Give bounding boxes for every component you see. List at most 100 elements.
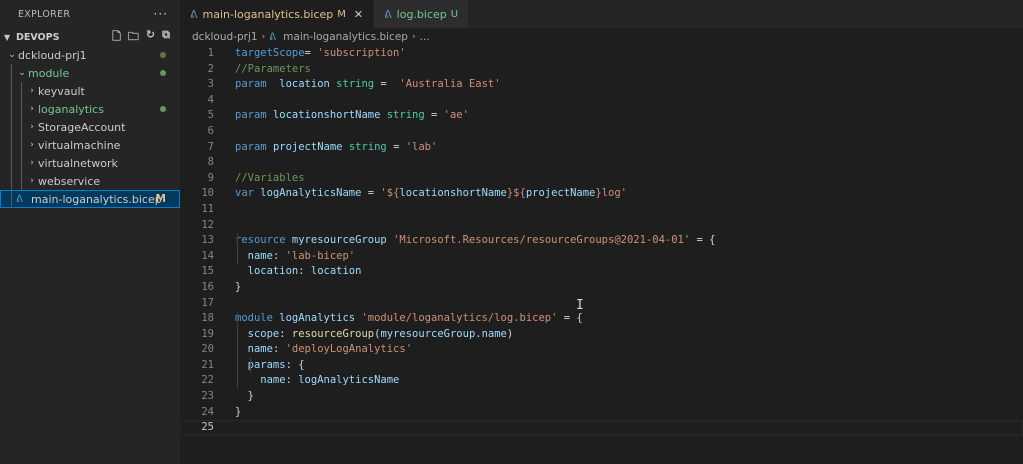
collapse-all-icon[interactable]: ⧉ — [162, 28, 170, 47]
code-line[interactable]: 20 name: 'deployLogAnalytics' — [180, 342, 1023, 358]
code-line[interactable]: 24} — [180, 405, 1023, 421]
git-modified-badge: M — [155, 193, 166, 205]
tree-folder-item[interactable]: › StorageAccount — [0, 118, 180, 136]
code-token: : — [298, 265, 311, 278]
code-token: = — [374, 78, 400, 91]
code-token: scope — [235, 327, 280, 340]
code-token: name — [235, 249, 273, 262]
code-token: myresourceGroup — [380, 327, 476, 340]
breadcrumb-symbols[interactable]: ... — [420, 31, 430, 43]
code-text: location: location — [214, 264, 362, 280]
code-token: name — [481, 327, 507, 340]
code-token: locationshortName — [399, 187, 507, 200]
code-line[interactable]: 12 — [180, 218, 1023, 234]
code-line[interactable]: 18 module logAnalytics 'module/loganalyti… — [180, 311, 1023, 327]
code-line[interactable]: 17 — [180, 296, 1023, 312]
new-folder-icon[interactable]: 🗀 — [128, 28, 139, 47]
line-number: 9 — [207, 171, 214, 184]
code-line[interactable]: 16} — [180, 280, 1023, 296]
chevron-right-icon: › — [30, 140, 34, 150]
code-token: }log' — [595, 187, 627, 200]
code-text: param location string = 'Australia East' — [214, 77, 501, 93]
code-line[interactable]: 7 param projectName string = 'lab' — [180, 140, 1023, 156]
code-token: resource — [235, 234, 286, 247]
indent-guide — [11, 190, 12, 208]
indent-guide — [21, 118, 22, 136]
code-line[interactable]: 15 location: location — [180, 264, 1023, 280]
line-number: 14 — [201, 249, 214, 262]
line-number: 1 — [207, 47, 214, 59]
code-line[interactable]: 3 param location string = 'Australia East… — [180, 77, 1023, 93]
code-line[interactable]: 11 — [180, 202, 1023, 218]
code-text: param projectName string = 'lab' — [214, 140, 437, 156]
code-line[interactable]: 6 — [180, 124, 1023, 140]
chevron-down-icon: ▼ — [4, 32, 11, 42]
code-token: : — [272, 343, 286, 356]
code-token: param — [235, 140, 267, 153]
chevron-right-icon: › — [261, 32, 266, 42]
breadcrumb-folder[interactable]: dckloud-prj1 — [192, 31, 258, 43]
code-line[interactable]: 4 — [180, 93, 1023, 109]
line-number: 4 — [207, 93, 214, 106]
tree-folder-item[interactable]: › webservice — [0, 172, 180, 190]
code-line[interactable]: 2 //Parameters — [180, 62, 1023, 78]
code-line[interactable]: 10 var logAnalyticsName = '${locationshor… — [180, 186, 1023, 202]
code-token: param — [235, 109, 267, 122]
line-number: 19 — [201, 327, 214, 340]
tree-folder-item[interactable]: ⌄ module — [0, 64, 180, 82]
code-token: location — [310, 265, 362, 278]
close-icon[interactable]: ✕ — [354, 8, 363, 21]
code-line[interactable]: 9 //Variables — [180, 171, 1023, 187]
code-token: } — [235, 280, 242, 293]
tree-folder-item[interactable]: › loganalytics — [0, 100, 180, 118]
code-editor[interactable]: 1 targetScope= 'subscription' 2//Parameter… — [180, 46, 1023, 436]
code-token: //Variables — [235, 171, 305, 184]
new-file-icon[interactable]: 🗋 — [112, 28, 121, 47]
indent-guide — [11, 118, 12, 136]
indent-guide — [21, 82, 22, 100]
tab-log-bicep[interactable]: ᕕ log.bicep U — [374, 0, 470, 28]
indent-guide — [237, 342, 238, 358]
code-token: = { — [690, 234, 716, 247]
code-line[interactable]: 21 params: { — [180, 357, 1023, 374]
code-token: module — [235, 312, 273, 325]
code-text: } — [214, 389, 254, 405]
code-token: = — [361, 187, 381, 200]
tree-folder-item[interactable]: › virtualnetwork — [0, 154, 180, 172]
code-token: }${ — [506, 187, 526, 200]
code-text: } — [214, 405, 241, 421]
git-change-dot-icon — [160, 70, 166, 76]
code-line[interactable]: 14 name: 'lab-bicep' — [180, 248, 1023, 265]
line-number: 7 — [207, 140, 214, 153]
tab-main-loganalytics[interactable]: ᕕ main-loganalytics.bicep M ✕ — [180, 0, 375, 28]
tree-folder-item[interactable]: › virtualmachine — [0, 136, 180, 154]
code-line[interactable]: 8 — [180, 155, 1023, 171]
code-line[interactable]: 23 } — [180, 389, 1023, 405]
tree-item-label: module — [28, 66, 70, 80]
breadcrumb-file[interactable]: main-loganalytics.bicep — [283, 31, 408, 43]
refresh-icon[interactable]: ↻ — [146, 28, 155, 47]
code-line[interactable]: 5 param locationshortName string = 'ae' — [180, 108, 1023, 124]
code-line[interactable]: 25 — [180, 420, 1023, 436]
code-line[interactable]: 22 name: logAnalyticsName — [180, 373, 1023, 390]
line-number: 17 — [201, 296, 214, 309]
code-line[interactable]: 19 scope: resourceGroup(myresourceGroup.… — [180, 326, 1023, 343]
section-actions: 🗋 🗀 ↻ ⧉ — [112, 28, 180, 47]
tab-label: main-loganalytics.bicep — [202, 7, 334, 21]
text-cursor-icon: I — [576, 298, 584, 313]
code-token: 'lab-bicep' — [285, 249, 356, 262]
more-actions-icon[interactable]: ··· — [154, 7, 168, 21]
workspace-section-header[interactable]: ▼ DEVOPS 🗋 🗀 ↻ ⧉ — [0, 28, 180, 46]
tree-item-label: webservice — [38, 174, 101, 188]
code-token: param — [235, 78, 267, 91]
workspace-section-title: DEVOPS — [16, 31, 60, 43]
code-line[interactable]: 1 targetScope= 'subscription' — [180, 46, 1023, 62]
code-line[interactable]: 13 resource myresourceGroup 'Microsoft.Re… — [180, 233, 1023, 249]
chevron-down-icon: ⌄ — [8, 50, 16, 60]
code-text: name: 'deployLogAnalytics' — [214, 342, 412, 358]
tree-folder-item[interactable]: ⌄ dckloud-prj1 — [0, 46, 180, 64]
tree-file-item[interactable]: ᕕ main-loganalytics.bicep M — [0, 190, 180, 208]
tree-folder-item[interactable]: › keyvault — [0, 82, 180, 100]
indent-guide — [21, 136, 22, 154]
